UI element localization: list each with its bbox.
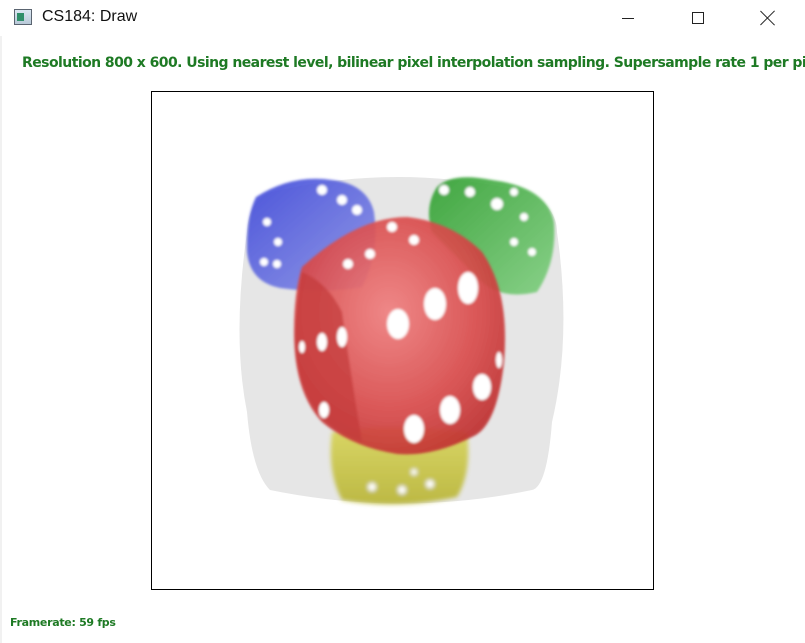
left-edge — [0, 36, 2, 643]
maximize-icon — [692, 12, 704, 24]
render-canvas[interactable] — [151, 91, 654, 590]
render-info-text: Resolution 800 x 600. Using nearest leve… — [22, 55, 805, 71]
close-icon — [760, 10, 776, 26]
red-die — [294, 217, 506, 455]
app-window-icon — [14, 9, 32, 25]
window-title: CS184: Draw — [42, 8, 138, 25]
minimize-button[interactable] — [593, 0, 663, 36]
close-button[interactable] — [733, 0, 803, 36]
minimize-icon — [622, 17, 634, 19]
title-bar[interactable]: CS184: Draw — [0, 0, 805, 36]
framerate-text: Framerate: 59 fps — [10, 616, 116, 629]
maximize-button[interactable] — [663, 0, 733, 36]
dice-texture-image — [239, 177, 564, 505]
